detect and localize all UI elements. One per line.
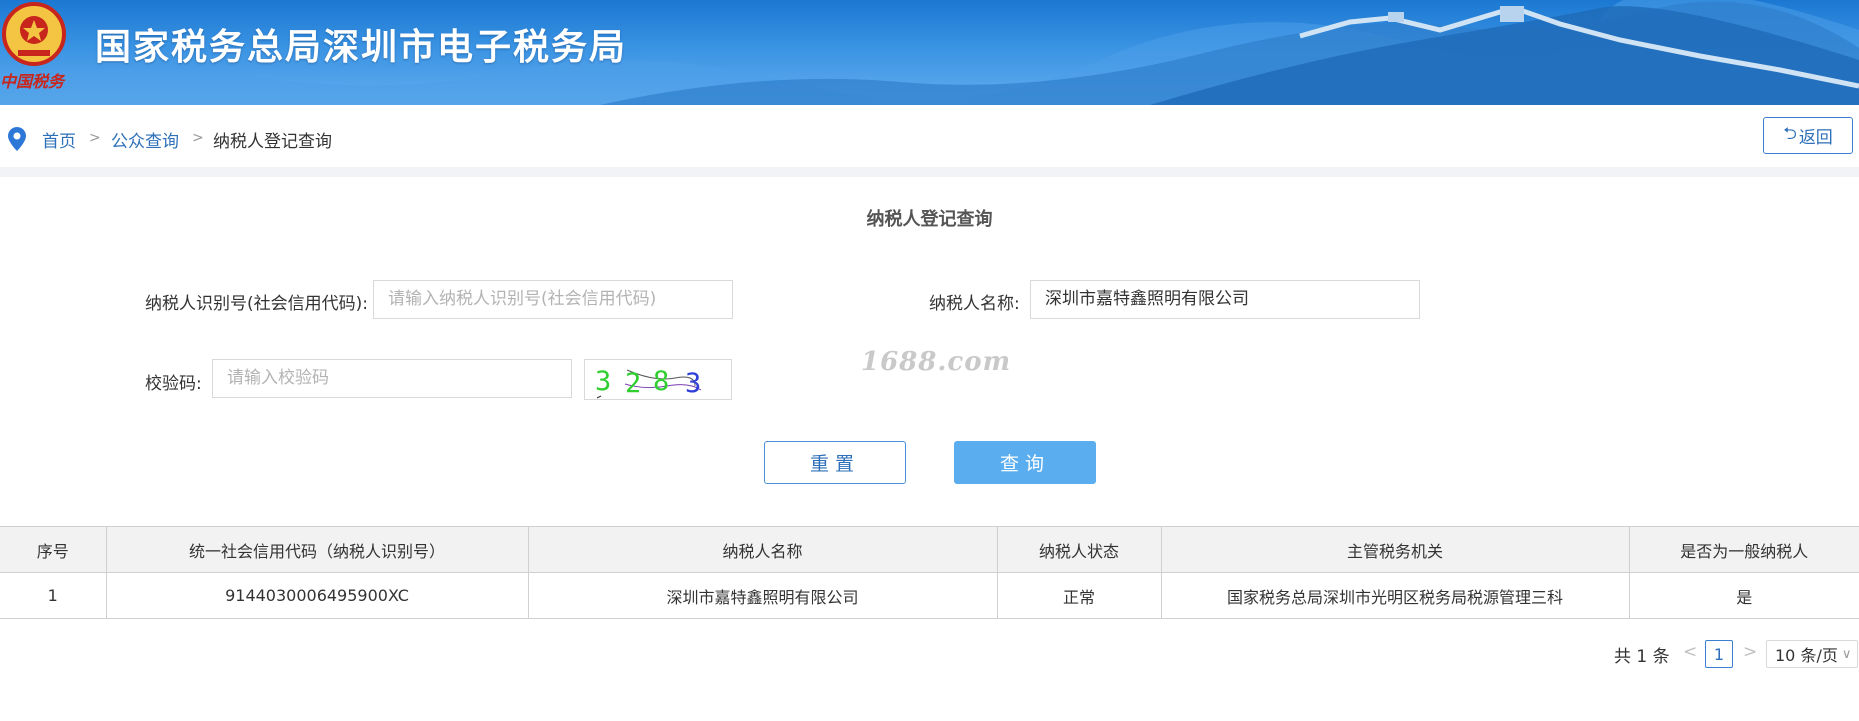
site-title: 国家税务总局深圳市电子税务局	[95, 27, 628, 68]
captcha-image[interactable]: 3283	[584, 359, 732, 400]
breadcrumb: 首页 > 公众查询 > 纳税人登记查询 ⮌ 返回	[0, 105, 1859, 175]
column-header: 统一社会信用代码（纳税人识别号）	[105, 526, 529, 573]
form-title: 纳税人登记查询	[866, 209, 993, 230]
breadcrumb-separator: >	[192, 130, 204, 146]
captcha-graphic: 3283	[595, 366, 702, 399]
breadcrumb-home-link[interactable]: 首页	[42, 127, 76, 152]
watermark-text: 1688.com	[861, 347, 1012, 377]
results-table: 序号 统一社会信用代码（纳税人识别号） 纳税人名称 纳税人状态 主管税务机关 是…	[0, 526, 1859, 619]
table-cell-index: 1	[0, 572, 107, 619]
taxpayer-name-label: 纳税人名称:	[929, 294, 1020, 314]
breadcrumb-separator: >	[89, 130, 101, 146]
undo-icon: ⮌	[1783, 124, 1797, 144]
table-cell-credit-code: 9144030006495900XC	[105, 572, 529, 619]
page-size-value: 10 条/页	[1775, 646, 1838, 665]
table-cell-status: 正常	[996, 572, 1162, 619]
breadcrumb-public-query-link[interactable]: 公众查询	[111, 127, 179, 152]
captcha-label: 校验码:	[145, 374, 202, 394]
table-cell-taxpayer-name: 深圳市嘉特鑫照明有限公司	[527, 572, 998, 619]
pagination-prev-button[interactable]: <	[1683, 642, 1697, 662]
query-button[interactable]: 查询	[954, 441, 1096, 484]
captcha-char: 3	[685, 368, 701, 399]
taxpayer-id-input[interactable]: 请输入纳税人识别号(社会信用代码)	[373, 280, 733, 319]
header-banner: 中国税务 国家税务总局深圳市电子税务局	[0, 0, 1859, 105]
taxpayer-name-input[interactable]: 深圳市嘉特鑫照明有限公司	[1030, 280, 1420, 319]
chevron-down-icon: ∨	[1841, 646, 1852, 662]
pagination-page-1[interactable]: 1	[1705, 640, 1733, 668]
column-header: 纳税人状态	[996, 526, 1162, 573]
national-emblem-icon	[2, 2, 66, 66]
taxpayer-id-label: 纳税人识别号(社会信用代码):	[145, 294, 368, 314]
table-cell-general-taxpayer: 是	[1628, 572, 1859, 619]
captcha-char: 3	[595, 366, 611, 397]
back-button[interactable]: ⮌ 返回	[1763, 117, 1853, 154]
location-pin-icon	[8, 127, 26, 151]
column-header: 是否为一般纳税人	[1628, 526, 1859, 573]
captcha-char: 2	[625, 368, 641, 399]
captcha-input[interactable]: 请输入校验码	[212, 359, 572, 398]
taxpayer-name-value: 深圳市嘉特鑫照明有限公司	[1045, 289, 1249, 309]
column-header: 主管税务机关	[1160, 526, 1630, 573]
captcha-placeholder: 请输入校验码	[227, 368, 329, 388]
column-header: 纳税人名称	[527, 526, 998, 573]
section-divider	[0, 167, 1859, 177]
column-header: 序号	[0, 526, 107, 573]
taxpayer-id-placeholder: 请输入纳税人识别号(社会信用代码)	[388, 289, 657, 309]
pagination-next-button[interactable]: >	[1743, 642, 1757, 662]
reset-button[interactable]: 重置	[764, 441, 906, 484]
captcha-char: 8	[653, 366, 669, 397]
table-cell-tax-authority: 国家税务总局深圳市光明区税务局税源管理三科	[1160, 572, 1630, 619]
back-button-label: 返回	[1798, 128, 1833, 148]
pagination-total: 共 1 条	[1614, 647, 1670, 667]
page-size-select[interactable]: 10 条/页 ∨	[1766, 640, 1858, 668]
table-header-row: 序号 统一社会信用代码（纳税人识别号） 纳税人名称 纳税人状态 主管税务机关 是…	[0, 526, 1859, 573]
china-tax-logo-text: 中国税务	[0, 72, 65, 91]
table-row: 1 9144030006495900XC 深圳市嘉特鑫照明有限公司 正常 国家税…	[0, 572, 1859, 619]
breadcrumb-current: 纳税人登记查询	[213, 132, 332, 152]
